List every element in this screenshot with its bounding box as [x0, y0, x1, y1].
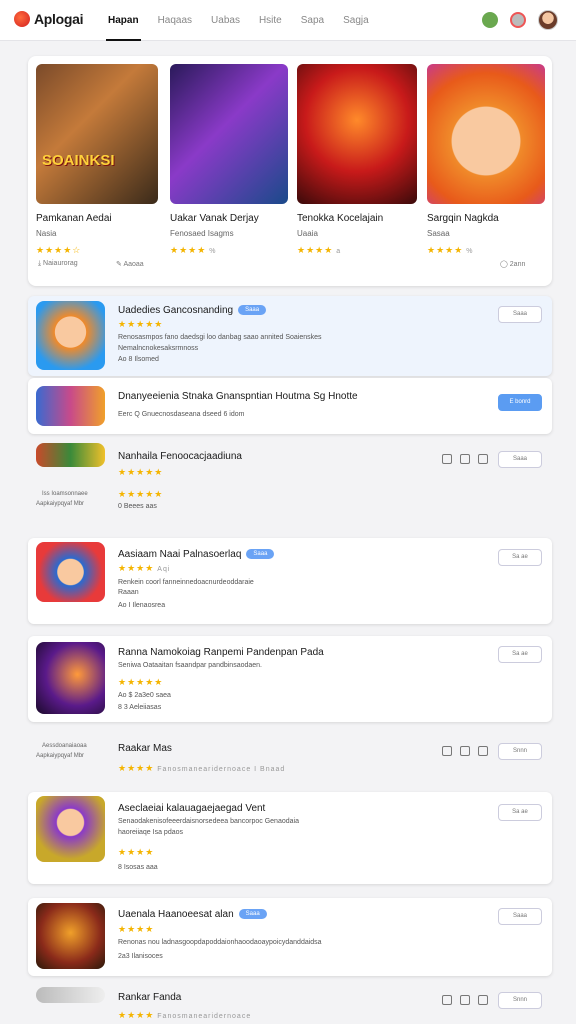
reviews-count: ✎ Aaoaa	[116, 261, 144, 268]
game-icon	[36, 642, 105, 714]
tab-3[interactable]: Uabas	[209, 0, 242, 41]
share-icon[interactable]	[460, 746, 470, 756]
list-item[interactable]: Aasiaam Naai Palnasoerlaq Saaa ★★★★ Aqi Re…	[28, 538, 552, 624]
settings-icon[interactable]	[478, 746, 488, 756]
game-category: Uaaia	[297, 229, 318, 238]
game-icon	[36, 542, 105, 602]
game-art	[170, 64, 288, 204]
game-icon	[36, 386, 105, 426]
notification-icon[interactable]	[510, 12, 526, 28]
list-item[interactable]: Uaenala Haanoeesat alan Saaa ★★★★ Renonas…	[28, 898, 552, 976]
action-button[interactable]: Sa ae	[498, 804, 542, 821]
rating-stars: ★★★★ Fanosmanearidernoace I Bnaad	[118, 763, 286, 773]
game-icon	[36, 443, 105, 467]
row-actions[interactable]	[442, 454, 488, 464]
downloads-count: ⤓ Naiaurorag	[38, 260, 78, 267]
game-title: Pamkanan Aedai	[36, 213, 112, 224]
rating-stars: ★★★★%	[170, 245, 217, 255]
action-button[interactable]: Sa ae	[498, 646, 542, 663]
logo-icon	[14, 11, 30, 27]
app-logo[interactable]: Aplogai	[14, 11, 84, 27]
rating-stars: ★★★★	[118, 847, 155, 857]
list-item[interactable]: Rankar Fanda ★★★★ Fanosmanearidernoace Sn…	[28, 986, 552, 1024]
action-button[interactable]: Saaa	[498, 908, 542, 925]
action-button[interactable]: Snnn	[498, 743, 542, 760]
bookmark-icon[interactable]	[442, 454, 452, 464]
list-item[interactable]: Nanhaila Fenoocacjaadiuna ★★★★★ ★★★★★ 0 …	[28, 440, 552, 520]
row-title: Aasiaam Naai Palnasoerlaq Saaa	[118, 549, 275, 560]
list-item[interactable]: Aseclaeiai kalauagaejaegad Vent Senaodak…	[28, 792, 552, 884]
list-item[interactable]: Dnanyeeienia Stnaka Gnanspntian Houtma S…	[28, 378, 552, 434]
rating-stars: ★★★★ a	[297, 245, 342, 255]
game-title: Sargqin Nagkda	[427, 213, 499, 224]
list-item[interactable]: Uadedies Gancosnanding Saaa ★★★★★ Renosas…	[28, 296, 552, 376]
action-button[interactable]: E bonrd	[498, 394, 542, 411]
game-icon	[36, 903, 105, 969]
share-icon[interactable]	[460, 454, 470, 464]
game-icon	[36, 796, 105, 862]
list-item[interactable]: Ranna Namokoiag Ranpemi Pandenpan Pada S…	[28, 636, 552, 722]
rating-stars: ★★★★ Aqi	[118, 563, 171, 573]
tab-6[interactable]: Sagja	[341, 0, 371, 41]
share-icon[interactable]	[460, 995, 470, 1005]
row-actions[interactable]	[442, 746, 488, 756]
list-item[interactable]: Aessdoanaiaoaa Aapkaiypqyaf Mbr Raakar M…	[28, 738, 552, 778]
rating-stars: ★★★★☆	[36, 245, 82, 255]
rating-stars: ★★★★	[118, 924, 155, 934]
row-title: Dnanyeeienia Stnaka Gnanspntian Houtma S…	[118, 391, 358, 402]
tab-home[interactable]: Hapan	[106, 0, 141, 41]
rating-stars: ★★★★★	[118, 319, 164, 329]
rating-stars: ★★★★★	[118, 489, 164, 499]
avatar[interactable]	[538, 10, 558, 30]
featured-card[interactable]: Uakar Vanak Derjay Fenosaed Isagms ★★★★%	[170, 64, 288, 256]
row-title: Nanhaila Fenoocacjaadiuna	[118, 451, 242, 462]
game-icon	[36, 301, 105, 370]
action-button[interactable]: Sa ae	[498, 549, 542, 566]
featured-card[interactable]: Tenokka Kocelajain Uaaia ★★★★ a	[297, 64, 417, 256]
top-bar: Aplogai Hapan Haqaas Uabas Hsite Sapa Sa…	[0, 0, 576, 41]
featured-carousel: SOAINKSI Pamkanan Aedai Nasia ★★★★☆ Uaka…	[28, 56, 552, 286]
row-title: Raakar Mas	[118, 743, 172, 754]
game-title: Uakar Vanak Derjay	[170, 213, 259, 224]
app-name: Aplogai	[34, 11, 84, 27]
android-icon[interactable]	[482, 12, 498, 28]
row-title: Ranna Namokoiag Ranpemi Pandenpan Pada	[118, 647, 324, 658]
game-art	[297, 64, 417, 204]
featured-card[interactable]: SOAINKSI Pamkanan Aedai Nasia ★★★★☆	[36, 64, 158, 256]
bookmark-icon[interactable]	[442, 995, 452, 1005]
game-art: SOAINKSI	[36, 64, 158, 204]
rating-stars: ★★★★★	[118, 677, 164, 687]
rating-stars: ★★★★%	[427, 245, 474, 255]
row-title: Rankar Fanda	[118, 992, 182, 1003]
tab-5[interactable]: Sapa	[299, 0, 326, 41]
featured-card[interactable]: Sargqin Nagkda Sasaa ★★★★%	[427, 64, 545, 256]
rating-stars: ★★★★ Fanosmanearidernoace	[118, 1010, 252, 1020]
bookmark-icon[interactable]	[442, 746, 452, 756]
game-category: Fenosaed Isagms	[170, 229, 234, 238]
main-nav: Hapan Haqaas Uabas Hsite Sapa Sagja	[106, 0, 386, 41]
row-title: Uaenala Haanoeesat alan Saaa	[118, 909, 267, 920]
rating-stars: ★★★★★	[118, 467, 164, 477]
row-actions[interactable]	[442, 995, 488, 1005]
game-icon	[36, 987, 105, 1003]
action-button[interactable]: Saaa	[498, 306, 542, 323]
row-title: Aseclaeiai kalauagaejaegad Vent	[118, 803, 266, 814]
chat-count: ◯ 2ann	[500, 261, 526, 268]
game-art	[427, 64, 545, 204]
settings-icon[interactable]	[478, 995, 488, 1005]
game-category: Nasia	[36, 229, 57, 238]
tab-4[interactable]: Hsite	[257, 0, 284, 41]
game-category: Sasaa	[427, 229, 450, 238]
tab-2[interactable]: Haqaas	[156, 0, 194, 41]
row-title: Uadedies Gancosnanding Saaa	[118, 305, 267, 316]
action-button[interactable]: Saaa	[498, 451, 542, 468]
game-title: Tenokka Kocelajain	[297, 213, 384, 224]
settings-icon[interactable]	[478, 454, 488, 464]
action-button[interactable]: Snnn	[498, 992, 542, 1009]
